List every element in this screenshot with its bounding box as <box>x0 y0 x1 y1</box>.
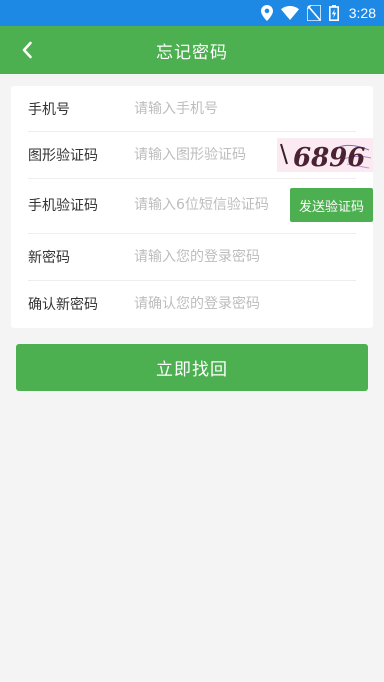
captcha-image[interactable]: 6896 <box>277 138 373 172</box>
location-icon <box>260 5 273 21</box>
phone-row: 手机号 <box>28 86 356 132</box>
send-code-button[interactable]: 发送验证码 <box>290 188 373 222</box>
page-title: 忘记密码 <box>156 42 228 63</box>
captcha-text: 6896 <box>293 143 365 172</box>
wifi-icon <box>280 6 299 20</box>
status-bar: 3:28 <box>0 0 384 26</box>
chevron-left-icon <box>22 41 32 59</box>
battery-charging-icon <box>328 5 339 21</box>
captcha-label: 图形验证码 <box>28 148 98 164</box>
back-button[interactable] <box>14 38 40 62</box>
sms-code-input[interactable] <box>134 197 290 213</box>
submit-button[interactable]: 立即找回 <box>16 344 368 391</box>
status-time: 3:28 <box>348 5 376 21</box>
phone-input[interactable] <box>134 101 356 117</box>
phone-label: 手机号 <box>28 102 70 118</box>
sms-code-label: 手机验证码 <box>28 198 98 214</box>
new-password-label: 新密码 <box>28 250 70 266</box>
no-sim-icon <box>306 5 321 21</box>
confirm-password-input[interactable] <box>134 296 356 312</box>
confirm-password-row: 确认新密码 <box>28 281 356 327</box>
new-password-input[interactable] <box>134 249 356 265</box>
captcha-row: 图形验证码 6896 <box>28 132 373 178</box>
divider <box>28 178 356 179</box>
sms-code-row: 手机验证码 发送验证码 <box>28 183 373 227</box>
new-password-row: 新密码 <box>28 234 356 280</box>
app-bar: 忘记密码 <box>0 26 384 74</box>
form-card: 手机号 图形验证码 6896 手机验证码 发送验证码 新密码 <box>11 86 373 328</box>
captcha-input[interactable] <box>134 147 277 163</box>
confirm-password-label: 确认新密码 <box>28 297 98 313</box>
